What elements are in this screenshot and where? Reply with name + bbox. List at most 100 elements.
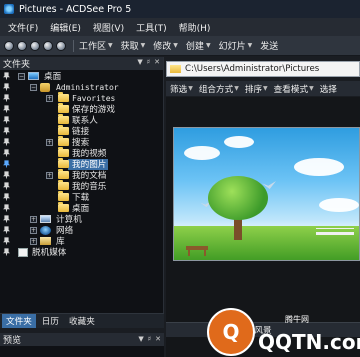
expand-icon[interactable]: + [46, 138, 53, 146]
thumbnail-area [166, 97, 360, 322]
pin-icon[interactable] [3, 182, 10, 191]
tree-item-downloads[interactable]: 下载 [0, 191, 158, 203]
tree-item-saved-games[interactable]: 保存的游戏 [0, 103, 158, 115]
pin-icon[interactable] [3, 138, 10, 147]
pin-icon[interactable] [3, 149, 10, 158]
panel-close-icon[interactable]: ✕ [154, 58, 160, 66]
watermark-small-text: 腾牛网 [285, 315, 309, 324]
tab-folders[interactable]: 文件夹 [2, 314, 36, 328]
folder-tree: − 桌面 − Administrator + Favorites 保存的游戏 联… [0, 70, 163, 312]
pin-icon[interactable] [3, 215, 10, 224]
tree-item-favorites[interactable]: + Favorites [0, 92, 158, 104]
tree-item-library[interactable]: + 库 [0, 236, 158, 247]
chevron-down-icon: ▼ [140, 42, 146, 49]
pin-icon[interactable] [3, 94, 10, 103]
image-thumbnail[interactable] [173, 127, 360, 261]
pin-icon[interactable] [3, 237, 10, 246]
expand-icon[interactable]: + [30, 226, 37, 234]
tree-item-network[interactable]: + 网络 [0, 225, 158, 236]
cloud-shape [224, 136, 254, 148]
menu-view[interactable]: 视图(V) [89, 21, 128, 34]
slideshow-button[interactable]: 幻灯片 ▼ [219, 39, 253, 52]
collapse-icon[interactable]: − [18, 72, 25, 80]
view-mode-button[interactable]: 查看模式 ▼ [274, 83, 314, 95]
acdsee-app-icon [4, 4, 14, 14]
file-list-pane: C:\Users\Administrator\Pictures 筛选 ▼ 组合方式… [166, 57, 360, 357]
workspace-button[interactable]: 工作区 ▼ [79, 39, 113, 52]
edit-button[interactable]: 修改 ▼ [153, 39, 178, 52]
sort-button[interactable]: 排序 ▼ [245, 83, 268, 95]
expand-icon[interactable]: + [30, 215, 37, 223]
pin-icon[interactable] [3, 226, 10, 235]
expand-icon[interactable]: + [46, 94, 53, 102]
toolbar-divider [73, 39, 74, 52]
pin-icon[interactable] [3, 116, 10, 125]
tree-item-administrator[interactable]: − Administrator [0, 82, 158, 93]
pin-icon[interactable] [3, 72, 10, 81]
tree-item-desktop[interactable]: − 桌面 [0, 71, 158, 82]
menu-help[interactable]: 帮助(H) [175, 21, 215, 34]
tree-item-computer[interactable]: + 计算机 [0, 214, 158, 225]
preview-panel-body [0, 346, 164, 357]
tree-item-offline-media[interactable]: 脱机媒体 [0, 247, 158, 258]
tree-item-searches[interactable]: + 搜索 [0, 136, 158, 148]
cloud-shape [184, 146, 220, 160]
tree-item-my-documents[interactable]: + 我的文档 [0, 169, 158, 181]
folder-icon [58, 202, 69, 213]
panel-menu-icon[interactable]: ▼ [137, 58, 142, 66]
refresh-button-icon[interactable] [56, 40, 66, 51]
pin-icon[interactable] [3, 127, 10, 136]
folder-icon [58, 169, 69, 180]
folders-panel-title: 文件夹 [3, 60, 31, 70]
panel-menu-icon[interactable]: ▼ [138, 335, 143, 343]
tree-item-user-desktop[interactable]: 桌面 [0, 202, 158, 214]
tree-crown [208, 176, 268, 220]
tab-favorites[interactable]: 收藏夹 [65, 314, 99, 328]
tree-item-my-music[interactable]: 我的音乐 [0, 180, 158, 192]
computer-icon [40, 215, 51, 224]
pin-icon[interactable] [3, 248, 10, 257]
menu-tools[interactable]: 工具(T) [132, 21, 171, 34]
folder-icon [58, 180, 69, 191]
chevron-down-icon: ▼ [247, 42, 253, 49]
pin-icon[interactable] [3, 171, 10, 180]
pin-icon[interactable] [3, 193, 10, 202]
forward-button-icon[interactable] [17, 40, 27, 51]
panel-pin-icon[interactable]: ♯ [148, 335, 151, 343]
title-bar: Pictures - ACDSee Pro 5 [0, 0, 360, 18]
tree-item-my-videos[interactable]: 我的视频 [0, 147, 158, 159]
panel-close-icon[interactable]: ✕ [155, 335, 161, 343]
menu-edit[interactable]: 编辑(E) [46, 21, 85, 34]
filter-button[interactable]: 筛选 ▼ [170, 83, 193, 95]
group-by-button[interactable]: 组合方式 ▼ [199, 83, 239, 95]
folder-icon [170, 65, 181, 73]
folder-icon [58, 125, 69, 136]
select-button[interactable]: 选择 [320, 83, 337, 95]
tab-calendar[interactable]: 日历 [38, 314, 63, 328]
pin-icon[interactable] [3, 83, 10, 92]
expand-icon[interactable]: + [46, 171, 53, 179]
create-button[interactable]: 创建 ▼ [186, 39, 211, 52]
acquire-button[interactable]: 获取 ▼ [121, 39, 146, 52]
up-button-icon[interactable] [30, 40, 40, 51]
pin-icon[interactable] [3, 105, 10, 114]
address-bar[interactable]: C:\Users\Administrator\Pictures [166, 61, 360, 77]
user-folder-icon [40, 82, 50, 92]
tree-item-my-pictures[interactable]: 我的图片 [0, 158, 158, 170]
panel-pin-icon[interactable]: ♯ [147, 58, 150, 66]
home-button-icon[interactable] [43, 40, 53, 51]
cloud-shape [319, 198, 359, 212]
tree-item-contacts[interactable]: 联系人 [0, 114, 158, 126]
library-icon [40, 237, 51, 246]
send-button[interactable]: 发送 [260, 39, 278, 52]
pin-icon[interactable] [3, 204, 10, 213]
expand-icon[interactable]: + [30, 237, 37, 245]
fence-shape [316, 228, 354, 229]
chevron-down-icon: ▼ [234, 85, 239, 92]
tree-item-links[interactable]: 链接 [0, 125, 158, 137]
collapse-icon[interactable]: − [30, 83, 37, 91]
back-button-icon[interactable] [4, 40, 14, 51]
watermark-text: QQTN.com [258, 330, 360, 354]
menu-file[interactable]: 文件(F) [4, 21, 42, 34]
pin-icon[interactable] [3, 160, 10, 169]
